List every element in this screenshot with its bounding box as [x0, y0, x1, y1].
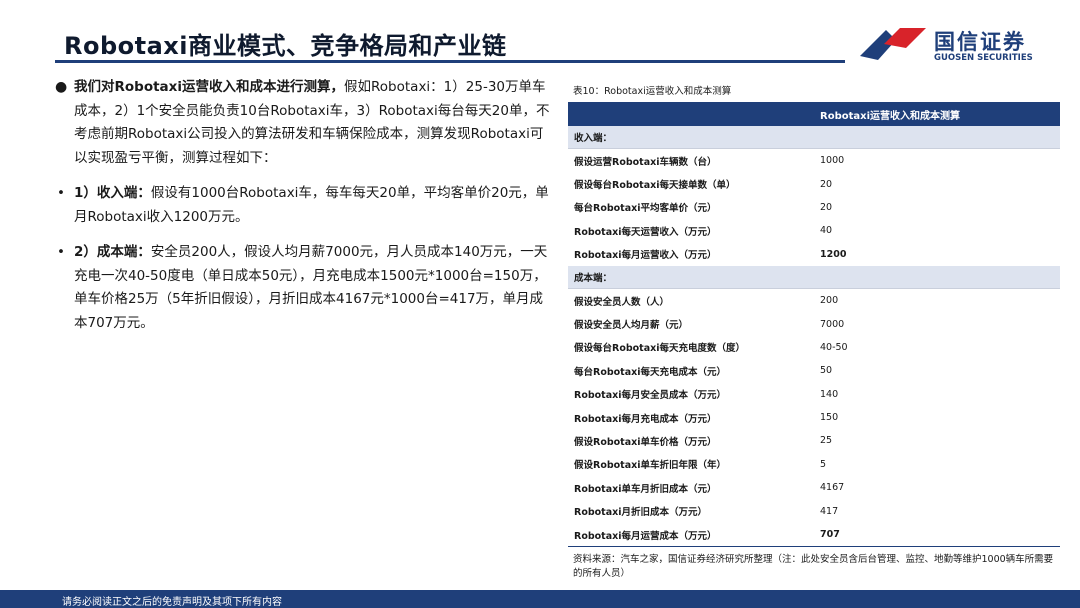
- cost-section-label: 成本端：: [568, 265, 1060, 289]
- row-label: 假设每台Robotaxi每天接单数（单）: [574, 180, 736, 192]
- table-row: 假设Robotaxi单车折旧年限（年） 5: [568, 453, 1060, 476]
- row-label: 假设Robotaxi单车价格（万元）: [574, 436, 717, 448]
- table-row: Robotaxi每月安全员成本（万元） 140: [568, 383, 1060, 406]
- row-label: Robotaxi每月充电成本（万元）: [574, 413, 717, 425]
- footer-disclaimer: 请务必阅读正文之后的免责声明及其项下所有内容: [62, 597, 282, 608]
- row-label: 假设安全员人均月薪（元）: [574, 320, 689, 332]
- estimate-table: Robotaxi运营收入和成本测算 收入端： 假设运营Robotaxi车辆数（台…: [568, 102, 1060, 548]
- row-value: 140: [820, 388, 839, 400]
- table-bottom-rule: [568, 546, 1060, 548]
- row-label: Robotaxi每月安全员成本（万元）: [574, 390, 727, 402]
- cost-bold: 2）成本端：: [74, 244, 151, 260]
- table-row: Robotaxi每月运营收入（万元） 1200: [568, 243, 1060, 266]
- table-row: 假设每台Robotaxi每天充电度数（度） 40-50: [568, 336, 1060, 359]
- table-row: 假设Robotaxi单车价格（万元） 25: [568, 429, 1060, 452]
- logo-text-en: GUOSEN SECURITIES: [934, 53, 1033, 63]
- row-value: 200: [820, 295, 839, 307]
- row-value: 20: [820, 178, 833, 190]
- table-row: 假设安全员人数（人） 200: [568, 289, 1060, 312]
- guosen-logo: 国信证券 GUOSEN SECURITIES: [856, 22, 1036, 70]
- cost-rows: 假设安全员人数（人） 200 假设安全员人均月薪（元） 7000 假设每台Robotax…: [568, 289, 1060, 546]
- row-label: 假设安全员人数（人）: [574, 296, 670, 308]
- row-value: 40-50: [820, 341, 848, 353]
- bullet-icon: •: [57, 185, 65, 201]
- income-bold: 1）收入端：: [74, 185, 151, 201]
- row-label: 假设每台Robotaxi每天充电度数（度）: [574, 343, 746, 355]
- table-row: Robotaxi月折旧成本（万元） 417: [568, 499, 1060, 522]
- page-title: Robotaxi商业模式、竞争格局和产业链: [64, 32, 507, 60]
- row-value: 25: [820, 435, 833, 447]
- table-row: Robotaxi每天运营收入（万元） 40: [568, 219, 1060, 242]
- row-value: 150: [820, 412, 839, 424]
- bullet-dot-icon: ●: [55, 79, 68, 95]
- income-section-label: 收入端：: [568, 126, 1060, 149]
- table-row: 假设每台Robotaxi每天接单数（单） 20: [568, 172, 1060, 195]
- table-row: Robotaxi每月运营成本（万元） 707: [568, 523, 1060, 546]
- row-value: 20: [820, 201, 833, 213]
- row-label: Robotaxi每天运营收入（万元）: [574, 226, 717, 238]
- row-value: 417: [820, 505, 839, 517]
- bullet-icon: •: [57, 244, 65, 260]
- row-label: Robotaxi月折旧成本（万元）: [574, 507, 708, 519]
- table-row: Robotaxi单车月折旧成本（元） 4167: [568, 476, 1060, 499]
- analysis-text: ● 我们对Robotaxi运营收入和成本进行测算，假如Robotaxi：1）25…: [55, 76, 555, 347]
- source-note: 资料来源：汽车之家，国信证券经济研究所整理（注：此处安全员含后台管理、监控、地勤…: [573, 554, 1054, 579]
- table-row: Robotaxi每月充电成本（万元） 150: [568, 406, 1060, 429]
- row-label: 每台Robotaxi平均客单价（元）: [574, 203, 717, 215]
- row-value: 50: [820, 365, 833, 377]
- table-row: 每台Robotaxi平均客单价（元） 20: [568, 196, 1060, 219]
- row-value: 707: [820, 529, 840, 541]
- row-label: 每台Robotaxi每天充电成本（元）: [574, 366, 727, 378]
- table-row: 假设安全员人均月薪（元） 7000: [568, 312, 1060, 335]
- row-label: Robotaxi每月运营成本（万元）: [574, 530, 717, 542]
- footer-bar: 请务必阅读正文之后的免责声明及其项下所有内容: [0, 590, 1080, 608]
- intro-bold: 我们对Robotaxi运营收入和成本进行测算，: [74, 79, 345, 95]
- table-caption: 表10：Robotaxi运营收入和成本测算: [573, 86, 732, 97]
- row-label: 假设运营Robotaxi车辆数（台）: [574, 156, 717, 168]
- cost-paragraph: • 2）成本端：安全员200人，假设人均月薪7000元，月人员成本140万元，一…: [55, 241, 555, 335]
- table-row: 假设运营Robotaxi车辆数（台） 1000: [568, 149, 1060, 172]
- row-value: 1000: [820, 155, 845, 167]
- logo-text-cn: 国信证券: [934, 30, 1026, 54]
- table-header: Robotaxi运营收入和成本测算: [568, 102, 1060, 126]
- title-divider: [55, 60, 845, 63]
- income-rows: 假设运营Robotaxi车辆数（台） 1000 假设每台Robotaxi每天接单数（…: [568, 149, 1060, 266]
- table-row: 每台Robotaxi每天充电成本（元） 50: [568, 359, 1060, 382]
- row-value: 1200: [820, 248, 847, 260]
- row-label: Robotaxi每月运营收入（万元）: [574, 250, 717, 262]
- row-value: 4167: [820, 482, 845, 494]
- income-paragraph: • 1）收入端：假设有1000台Robotaxi车，每车每天20单，平均客单价2…: [55, 182, 555, 229]
- row-label: Robotaxi单车月折旧成本（元）: [574, 483, 717, 495]
- row-value: 5: [820, 458, 827, 470]
- row-value: 40: [820, 225, 833, 237]
- guosen-emblem-icon: [860, 28, 926, 60]
- row-value: 7000: [820, 318, 845, 330]
- intro-paragraph: ● 我们对Robotaxi运营收入和成本进行测算，假如Robotaxi：1）25…: [55, 76, 555, 170]
- row-label: 假设Robotaxi单车折旧年限（年）: [574, 460, 727, 472]
